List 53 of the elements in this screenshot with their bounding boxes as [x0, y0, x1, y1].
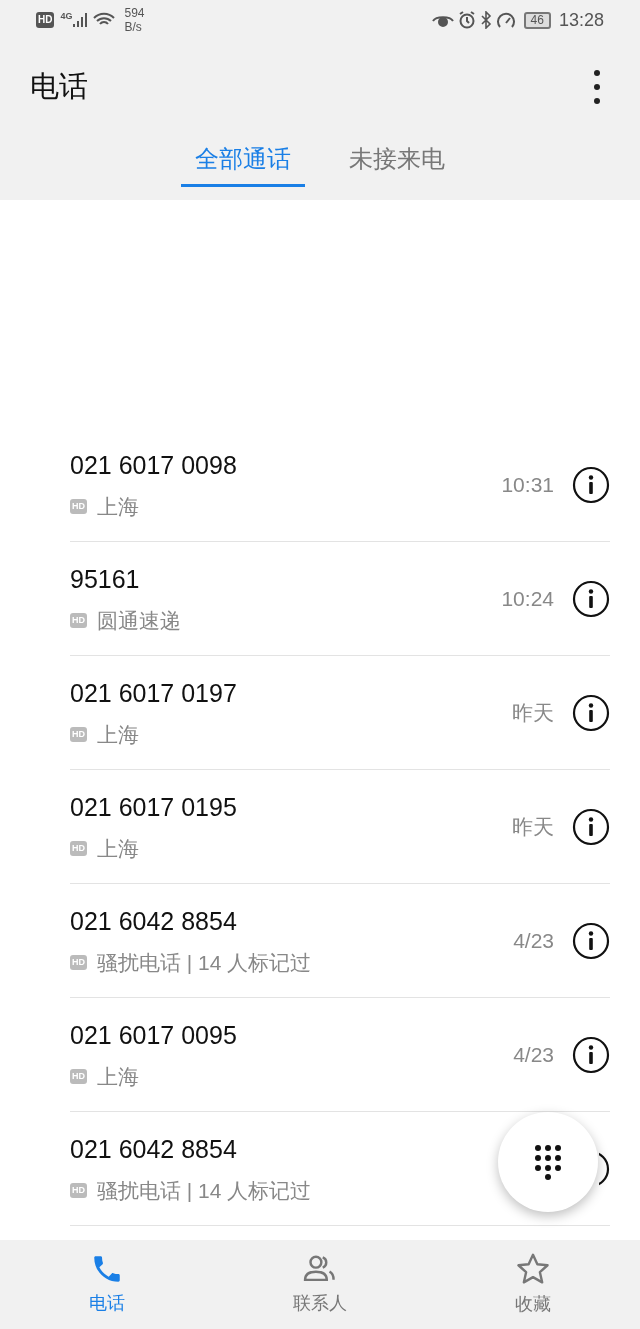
alarm-icon: [457, 11, 476, 29]
network-label: 4G: [60, 10, 73, 23]
hd-badge: HD: [70, 954, 87, 970]
hd-badge: HD: [70, 1068, 87, 1084]
call-time: 4/23: [513, 927, 554, 954]
call-location: 骚扰电话 | 14 人标记过: [97, 1177, 312, 1204]
hd-badge: HD: [70, 498, 87, 514]
hd-badge: HD: [70, 1182, 87, 1198]
more-icon[interactable]: [594, 70, 600, 104]
dialpad-icon: [533, 1144, 563, 1180]
bluetooth-icon: [479, 11, 492, 29]
phone-number: 021 6017 0195: [70, 792, 237, 823]
speed-unit: B/s: [124, 20, 143, 34]
call-time: 10:24: [501, 585, 554, 612]
speed-value: 594: [124, 6, 145, 20]
phone-number: 021 6042 8854: [70, 1134, 237, 1165]
page-title: 电话: [30, 69, 88, 105]
battery-indicator: 46: [523, 11, 551, 29]
status-time: 13:28: [558, 8, 604, 32]
tab[interactable]: 未接来电: [335, 134, 459, 187]
hd-badge: HD: [36, 12, 55, 28]
call-time: 昨天: [512, 699, 554, 726]
signal-icon: [72, 12, 89, 28]
hd-badge: HD: [70, 612, 87, 628]
tab[interactable]: 全部通话: [181, 134, 305, 187]
nav-tab[interactable]: 收藏: [426, 1240, 640, 1329]
info-icon[interactable]: [572, 693, 610, 732]
speedometer-icon: [495, 11, 516, 29]
info-icon[interactable]: [572, 1035, 610, 1074]
info-icon[interactable]: [572, 465, 610, 504]
info-icon[interactable]: [572, 921, 610, 960]
call-location: 圆通速递: [97, 607, 181, 634]
call-location: 上海: [97, 1063, 139, 1090]
call-time: 昨天: [512, 813, 554, 840]
nav-tab[interactable]: 联系人: [213, 1240, 427, 1329]
star-icon: [515, 1251, 552, 1287]
call-location: 上海: [97, 721, 139, 748]
call-location: 骚扰电话 | 14 人标记过: [97, 949, 312, 976]
hd-badge: HD: [70, 726, 87, 742]
nav-tab[interactable]: 电话: [0, 1240, 214, 1329]
call-location: 上海: [97, 835, 139, 862]
phone-number: 021 6017 0098: [70, 450, 237, 481]
hd-badge: HD: [70, 840, 87, 856]
phone-number: 95161: [70, 564, 140, 595]
info-icon[interactable]: [572, 579, 610, 618]
call-location: 上海: [97, 493, 139, 520]
call-time: 4/23: [513, 1041, 554, 1068]
info-icon[interactable]: [572, 807, 610, 846]
call-time: 10:31: [501, 471, 554, 498]
phone-number: 021 6017 0095: [70, 1020, 237, 1051]
phone-number: 021 6042 8854: [70, 906, 237, 937]
dialpad-button[interactable]: [498, 1112, 598, 1212]
phone-number: 021 6017 0197: [70, 678, 237, 709]
